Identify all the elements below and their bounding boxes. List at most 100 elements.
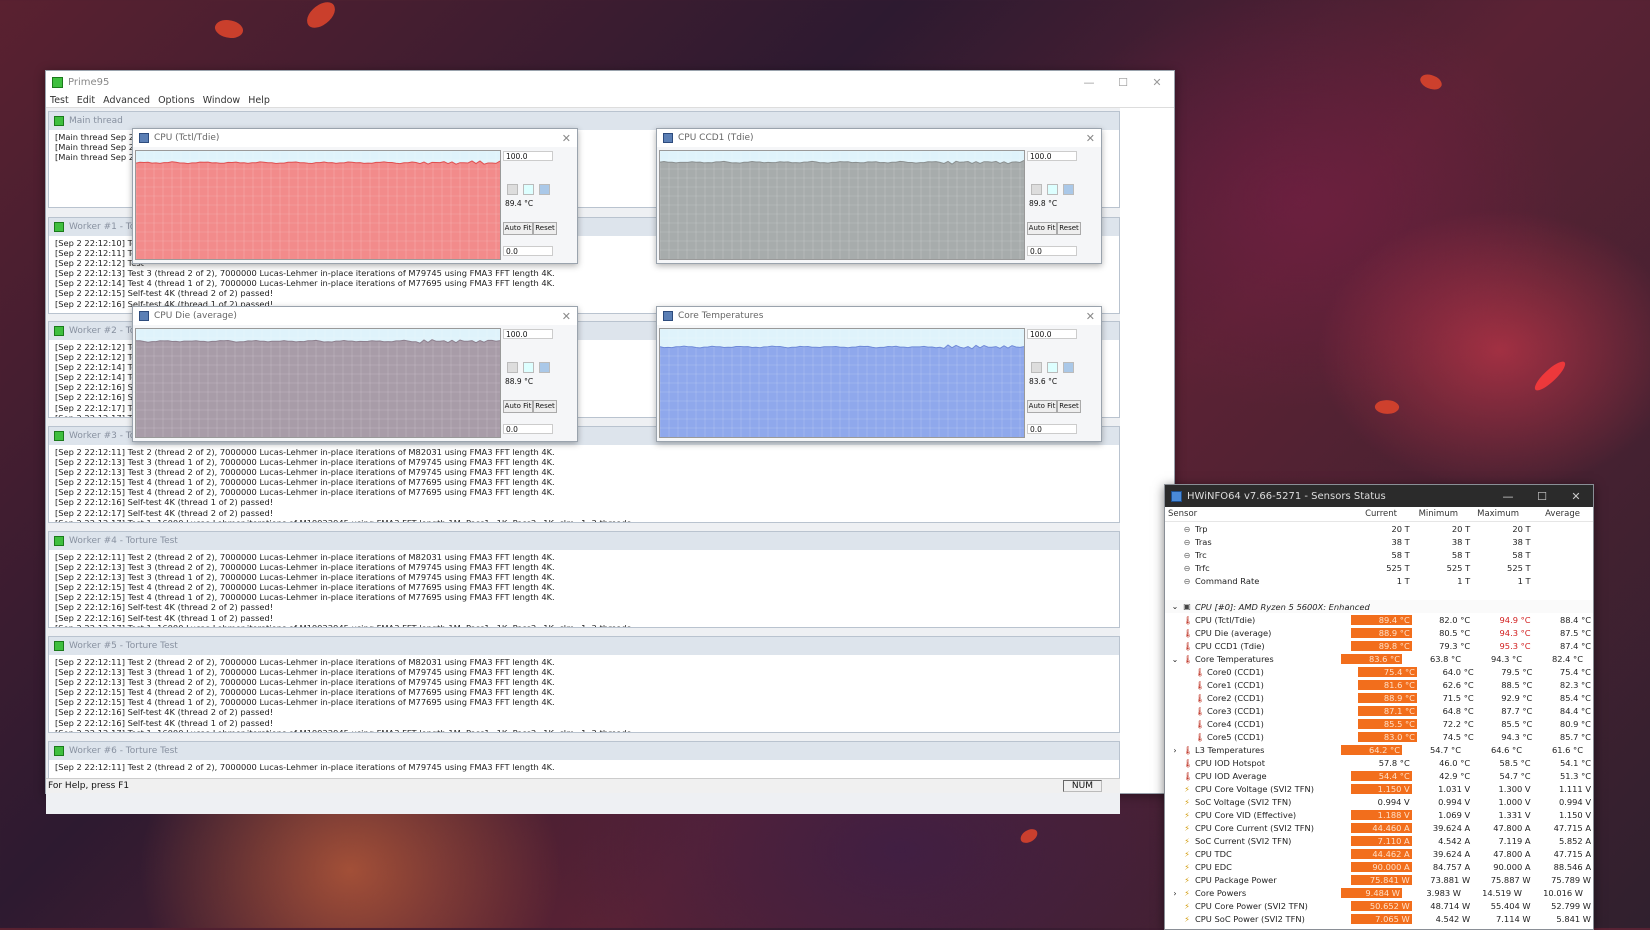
sensor-name: Core4 (CCD1)	[1207, 718, 1264, 729]
prime95-titlebar[interactable]: Prime95 — ☐ ✕	[46, 71, 1174, 93]
sensor-row[interactable]: 🌡 Core0 (CCD1) 75.4 °C 64.0 °C 79.5 °C 75.4 °…	[1165, 665, 1593, 678]
auto-fit-button[interactable]: Auto Fit	[1027, 400, 1057, 413]
sensor-row[interactable]: 🌡 Core1 (CCD1) 81.6 °C 62.6 °C 88.5 °C 82.3 °…	[1165, 678, 1593, 691]
graph-color-swatch[interactable]	[1063, 362, 1074, 373]
sensor-row[interactable]: ⚡ CPU TDC 44.462 A 39.624 A 47.800 A 47.715 A	[1165, 847, 1593, 860]
menu-help[interactable]: Help	[244, 95, 274, 106]
graph-max-value[interactable]: 100.0	[503, 329, 553, 339]
sensor-row[interactable]: 🌡 CPU Die (average) 88.9 °C 80.5 °C 94.3 °C 8…	[1165, 626, 1593, 639]
expand-icon[interactable]: ›	[1171, 889, 1179, 898]
graph-color-swatch[interactable]	[523, 362, 534, 373]
graph-titlebar[interactable]: CPU CCD1 (Tdie) ✕	[657, 129, 1101, 147]
hwinfo-titlebar[interactable]: HWiNFO64 v7.66-5271 - Sensors Status — ☐…	[1165, 485, 1593, 507]
sensor-row[interactable]: 🌡 Core5 (CCD1) 83.0 °C 74.5 °C 94.3 °C 85.7 °…	[1165, 730, 1593, 743]
graph-color-swatch[interactable]	[1063, 184, 1074, 195]
column-minimum[interactable]: Minimum	[1399, 509, 1460, 519]
sensor-row[interactable]: › 🌡 L3 Temperatures 64.2 °C 54.7 °C 64.6 °C 61…	[1165, 743, 1593, 756]
pane-titlebar[interactable]: Worker #6 - Torture Test	[49, 742, 1119, 760]
sensor-row[interactable]: ⚡ CPU Package Power 75.841 W 73.881 W 75.887…	[1165, 873, 1593, 886]
sensor-section-header[interactable]: ⌄ ▣ CPU [#0]: AMD Ryzen 5 5600X: Enhanced	[1165, 600, 1593, 613]
graph-max-value[interactable]: 100.0	[503, 151, 553, 161]
sensor-row[interactable]: ⚡ SoC Voltage (SVI2 TFN) 0.994 V 0.994 V 1.0…	[1165, 795, 1593, 808]
sensor-row[interactable]: 🌡 Core4 (CCD1) 85.5 °C 72.2 °C 85.5 °C 80.9 °…	[1165, 717, 1593, 730]
sensor-row[interactable]: › ⚡ Core Powers 9.484 W 3.983 W 14.519 W 10.01…	[1165, 886, 1593, 899]
sensor-row[interactable]: 🌡 CPU CCD1 (Tdie) 89.8 °C 79.3 °C 95.3 °C 87.…	[1165, 639, 1593, 652]
graph-min-value[interactable]: 0.0	[503, 424, 553, 434]
reset-button[interactable]: Reset	[533, 400, 557, 413]
column-current[interactable]: Current	[1338, 509, 1399, 519]
minimize-icon[interactable]: —	[1491, 490, 1525, 503]
sensor-row[interactable]: 🌡 CPU IOD Hotspot 57.8 °C 46.0 °C 58.5 °C 54.…	[1165, 756, 1593, 769]
graph-color-swatch[interactable]	[1031, 184, 1042, 195]
minimize-icon[interactable]: —	[1072, 76, 1106, 89]
collapse-icon[interactable]: ⌄	[1171, 655, 1179, 664]
auto-fit-button[interactable]: Auto Fit	[1027, 222, 1057, 235]
sensor-row[interactable]: ⊖ Trp 20 T 20 T 20 T	[1165, 522, 1593, 535]
close-icon[interactable]: ✕	[1559, 490, 1593, 503]
graph-color-swatch[interactable]	[1047, 362, 1058, 373]
close-icon[interactable]: ✕	[1086, 132, 1095, 145]
close-icon[interactable]: ✕	[562, 132, 571, 145]
graph-color-swatch[interactable]	[539, 362, 550, 373]
graph-titlebar[interactable]: CPU (Tctl/Tdie) ✕	[133, 129, 577, 147]
sensor-row[interactable]: ⊖ Command Rate 1 T 1 T 1 T	[1165, 574, 1593, 587]
sensor-row[interactable]: ⚡ CPU Core VID (Effective) 1.188 V 1.069 V 1…	[1165, 808, 1593, 821]
maximize-icon[interactable]: ☐	[1106, 76, 1140, 89]
pane-titlebar[interactable]: Worker #5 - Torture Test	[49, 637, 1119, 655]
column-maximum[interactable]: Maximum	[1460, 509, 1521, 519]
collapse-icon[interactable]: ⌄	[1171, 602, 1179, 611]
menu-options[interactable]: Options	[154, 95, 199, 106]
graph-min-value[interactable]: 0.0	[503, 246, 553, 256]
reset-button[interactable]: Reset	[1057, 400, 1081, 413]
graph-color-swatch[interactable]	[539, 184, 550, 195]
sensor-row[interactable]: ⌄ 🌡 Core Temperatures 83.6 °C 63.8 °C 94.3 °C…	[1165, 652, 1593, 665]
menu-window[interactable]: Window	[199, 95, 244, 106]
sensor-row[interactable]: 🌡 Core2 (CCD1) 88.9 °C 71.5 °C 92.9 °C 85.4 °…	[1165, 691, 1593, 704]
sensor-row[interactable]: 🌡 CPU (Tctl/Tdie) 89.4 °C 82.0 °C 94.9 °C 88.…	[1165, 613, 1593, 626]
menu-edit[interactable]: Edit	[73, 95, 99, 106]
sensor-row[interactable]: ⚡ SoC Current (SVI2 TFN) 7.110 A 4.542 A 7.1…	[1165, 834, 1593, 847]
sensor-row[interactable]: ⚡ CPU Core Current (SVI2 TFN) 44.460 A 39.6…	[1165, 821, 1593, 834]
graph-controls: 100.0 83.6 °C Auto Fit Reset 0.0	[1027, 328, 1081, 436]
graph-color-swatch[interactable]	[1047, 184, 1058, 195]
maximum-value: 79.5 °C	[1501, 666, 1533, 677]
column-sensor[interactable]: Sensor	[1165, 509, 1338, 519]
close-icon[interactable]: ✕	[1140, 76, 1174, 89]
sensor-row[interactable]: ⚡ CPU Core Voltage (SVI2 TFN) 1.150 V 1.031…	[1165, 782, 1593, 795]
reset-button[interactable]: Reset	[1057, 222, 1081, 235]
graph-color-swatch[interactable]	[523, 184, 534, 195]
sensor-row[interactable]: ⊖ Trfc 525 T 525 T 525 T	[1165, 561, 1593, 574]
column-average[interactable]: Average	[1521, 509, 1582, 519]
sensor-row[interactable]: 🌡 Core3 (CCD1) 87.1 °C 64.8 °C 87.7 °C 84.4 °…	[1165, 704, 1593, 717]
graph-color-swatch[interactable]	[1031, 362, 1042, 373]
pane-titlebar[interactable]: Worker #4 - Torture Test	[49, 532, 1119, 550]
menu-test[interactable]: Test	[46, 95, 73, 106]
graph-min-value[interactable]: 0.0	[1027, 246, 1077, 256]
auto-fit-button[interactable]: Auto Fit	[503, 400, 533, 413]
graph-color-swatch[interactable]	[507, 184, 518, 195]
sensor-row[interactable]: ⚡ CPU Core Power (SVI2 TFN) 50.652 W 48.714…	[1165, 899, 1593, 912]
graph-max-value[interactable]: 100.0	[1027, 151, 1077, 161]
expand-icon[interactable]: ›	[1171, 746, 1179, 755]
close-icon[interactable]: ✕	[562, 310, 571, 323]
graph-svg	[660, 329, 1024, 437]
minimum-value: 42.9 °C	[1439, 770, 1471, 781]
sensor-row[interactable]: ⚡ CPU SoC Power (SVI2 TFN) 7.065 W 4.542 W 7…	[1165, 912, 1593, 925]
average-value: 82.4 °C	[1551, 653, 1583, 664]
sensor-row[interactable]: ⊖ Tras 38 T 38 T 38 T	[1165, 535, 1593, 548]
graph-max-value[interactable]: 100.0	[1027, 329, 1077, 339]
lightning-icon: ⚡	[1184, 836, 1190, 846]
sensor-row[interactable]: ⊖ Trc 58 T 58 T 58 T	[1165, 548, 1593, 561]
maximize-icon[interactable]: ☐	[1525, 490, 1559, 503]
graph-titlebar[interactable]: CPU Die (average) ✕	[133, 307, 577, 325]
maximum-value: 20 T	[1512, 523, 1531, 534]
menu-advanced[interactable]: Advanced	[99, 95, 154, 106]
reset-button[interactable]: Reset	[533, 222, 557, 235]
graph-min-value[interactable]: 0.0	[1027, 424, 1077, 434]
sensor-row[interactable]: ⚡ CPU EDC 90.000 A 84.757 A 90.000 A 88.546 A	[1165, 860, 1593, 873]
close-icon[interactable]: ✕	[1086, 310, 1095, 323]
auto-fit-button[interactable]: Auto Fit	[503, 222, 533, 235]
sensor-row[interactable]: 🌡 CPU IOD Average 54.4 °C 42.9 °C 54.7 °C 51.…	[1165, 769, 1593, 782]
graph-titlebar[interactable]: Core Temperatures ✕	[657, 307, 1101, 325]
graph-color-swatch[interactable]	[507, 362, 518, 373]
